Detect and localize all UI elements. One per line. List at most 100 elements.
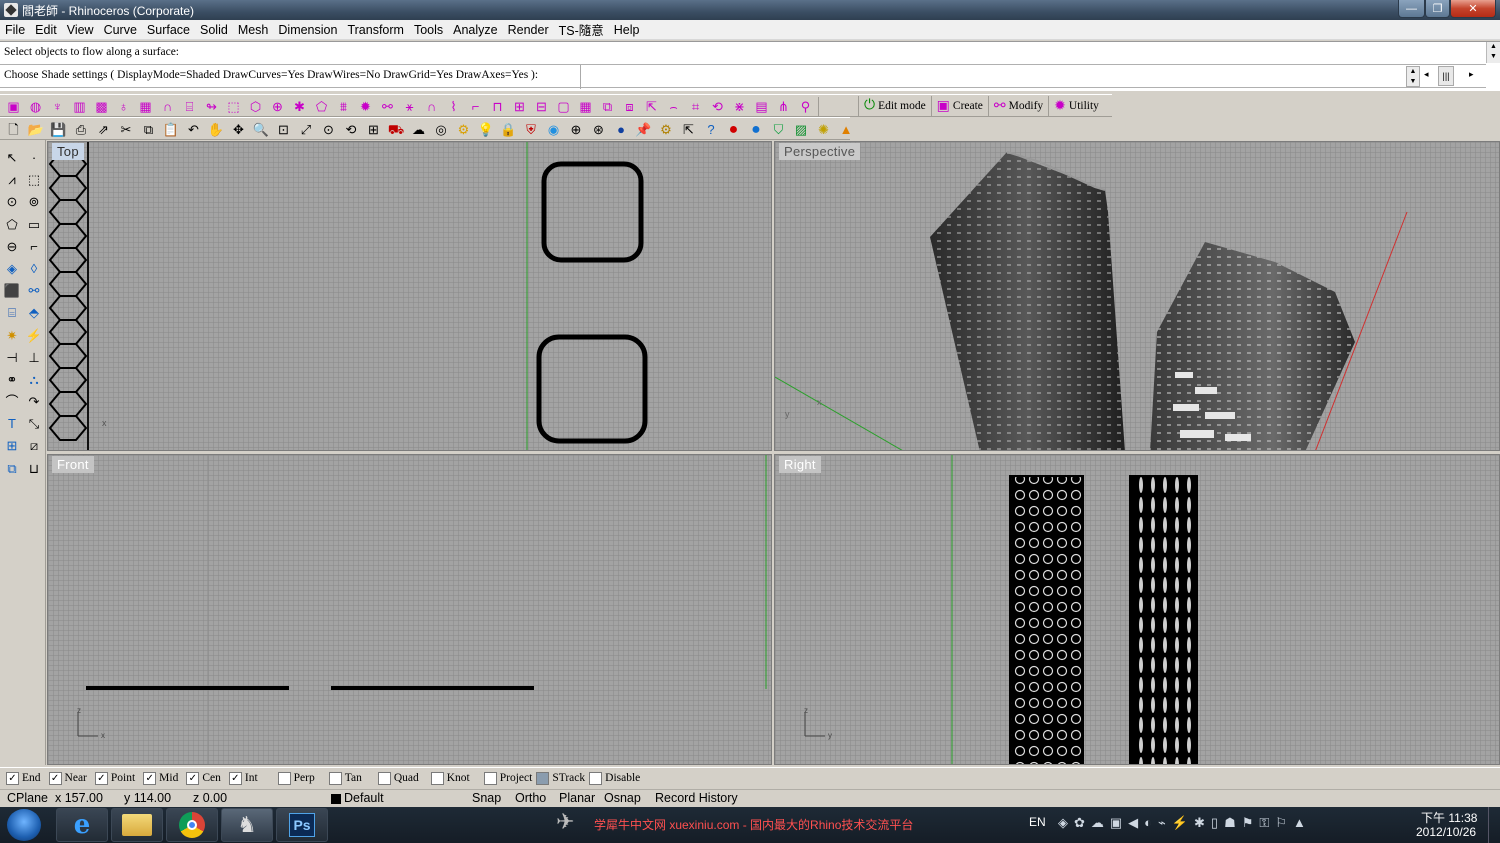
trim-icon[interactable]: ⚲ xyxy=(796,97,815,116)
menu-analyze[interactable]: Analyze xyxy=(448,23,502,37)
taper-icon[interactable]: ⌐ xyxy=(466,97,485,116)
scroll-left-icon[interactable]: ◂ xyxy=(1424,69,1429,80)
frame-icon[interactable]: ▢ xyxy=(554,97,573,116)
arch-icon[interactable]: ∩ xyxy=(158,97,177,116)
layer-name[interactable]: Default xyxy=(344,791,384,805)
fillet-curve-icon[interactable]: ⌐ xyxy=(24,237,44,256)
viewport-perspective[interactable]: y x Perspective xyxy=(774,141,1500,451)
stack-icon[interactable]: ⧈ xyxy=(620,97,639,116)
cut-icon[interactable]: ✂ xyxy=(117,120,136,139)
array-icon[interactable]: ⊞ xyxy=(510,97,529,116)
start-button[interactable] xyxy=(7,809,41,841)
export-icon[interactable]: ⇗ xyxy=(94,120,113,139)
render-sphere-red-icon[interactable]: ● xyxy=(724,120,743,139)
menu-surface[interactable]: Surface xyxy=(142,23,195,37)
boolean-icon[interactable]: ⧉ xyxy=(598,97,617,116)
modify-tab[interactable]: ⚯ Modify xyxy=(987,96,1048,116)
ellipse-icon[interactable]: ⊖ xyxy=(2,237,22,256)
viewport-title-right[interactable]: Right xyxy=(779,456,821,473)
osnap-near[interactable]: ✓ Near xyxy=(48,771,87,785)
viewport-title-top[interactable]: Top xyxy=(52,143,84,160)
ruler-icon[interactable]: ⊔ xyxy=(24,459,44,478)
surface-edit-icon[interactable]: ◊ xyxy=(24,259,44,278)
point-icon[interactable]: · xyxy=(24,148,44,167)
checkbox-quad[interactable] xyxy=(377,771,391,785)
rotate-icon[interactable]: ↷ xyxy=(24,392,44,411)
environment-icon[interactable]: ▨ xyxy=(792,120,811,139)
osnap-strack[interactable]: STrack xyxy=(536,771,585,785)
taskbar-explorer[interactable] xyxy=(111,808,163,842)
planar-toggle[interactable]: Planar xyxy=(559,791,595,805)
rail-icon[interactable]: ↬ xyxy=(202,97,221,116)
patch-icon[interactable]: ⬚ xyxy=(224,97,243,116)
menu-view[interactable]: View xyxy=(62,23,99,37)
zoom-selected-icon[interactable]: ⊙ xyxy=(319,120,338,139)
four-view-icon[interactable]: ⊞ xyxy=(364,120,383,139)
menu-help[interactable]: Help xyxy=(609,23,645,37)
layer-stack-icon[interactable]: ⧉ xyxy=(2,459,22,478)
solid-cylinder-icon[interactable]: ⌸ xyxy=(2,303,22,322)
osnap-end[interactable]: ✓ End xyxy=(6,771,41,785)
car-icon[interactable]: ⛟ xyxy=(387,120,406,139)
rotate-view-icon[interactable]: ⟲ xyxy=(342,120,361,139)
select-arrow-icon[interactable]: ↖ xyxy=(2,148,22,167)
offset-icon[interactable]: ⟲ xyxy=(708,97,727,116)
viewport-top[interactable]: x Top xyxy=(47,141,772,451)
close-button[interactable]: ✕ xyxy=(1450,0,1496,18)
menu-edit[interactable]: Edit xyxy=(30,23,62,37)
array-tool-icon[interactable]: ⊞ xyxy=(2,436,22,455)
shield-icon[interactable]: ⛨ xyxy=(522,120,541,139)
checkbox-project[interactable] xyxy=(483,771,497,785)
boolean-union-icon[interactable]: ⚯ xyxy=(24,281,44,300)
checkbox-tan[interactable] xyxy=(328,771,342,785)
scale-tool-icon[interactable]: ⤡ xyxy=(24,414,44,433)
flow-icon[interactable]: ⊓ xyxy=(488,97,507,116)
paste-icon[interactable]: 📋 xyxy=(162,120,181,139)
panel-icon[interactable]: ▦ xyxy=(576,97,595,116)
analyze-icon[interactable]: ⧄ xyxy=(24,436,44,455)
scroll-right-icon[interactable]: ▸ xyxy=(1469,69,1474,80)
rendered-sphere-icon[interactable]: ● xyxy=(612,120,631,139)
menu-mesh[interactable]: Mesh xyxy=(233,23,274,37)
osnap-quad[interactable]: Quad xyxy=(377,771,419,785)
checkbox-point[interactable]: ✓ xyxy=(94,771,108,785)
wand-icon[interactable]: ⚡ xyxy=(24,326,44,345)
osnap-tan[interactable]: Tan xyxy=(328,771,362,785)
osnap-disable[interactable]: Disable xyxy=(589,771,640,785)
cloud-icon[interactable]: ☁ xyxy=(409,120,428,139)
viewport-right[interactable]: z y Right xyxy=(774,454,1500,765)
menu-solid[interactable]: Solid xyxy=(195,23,233,37)
zoom-icon[interactable]: 🔍 xyxy=(252,120,271,139)
taskbar-rhino[interactable]: ♞ xyxy=(221,808,273,842)
sun-icon[interactable]: ✺ xyxy=(814,120,833,139)
prompt-spin-button[interactable]: ▲ ▼ xyxy=(1406,66,1420,87)
menu-dimension[interactable]: Dimension xyxy=(273,23,342,37)
osnap-cen[interactable]: ✓ Cen xyxy=(186,771,221,785)
spheres-icon[interactable]: ⛬ xyxy=(24,370,44,389)
utility-tab[interactable]: ✹ Utility xyxy=(1048,96,1104,116)
zoom-extents-icon[interactable]: ⤢ xyxy=(297,120,316,139)
cursor-select-icon[interactable]: ⇱ xyxy=(679,120,698,139)
wireframe-icon[interactable]: ⊕ xyxy=(567,120,586,139)
command-input[interactable]: Choose Shade settings ( DisplayMode=Shad… xyxy=(0,64,1486,89)
menu-transform[interactable]: Transform xyxy=(342,23,409,37)
checkbox-int[interactable]: ✓ xyxy=(228,771,242,785)
split-icon[interactable]: ⋔ xyxy=(774,97,793,116)
shell-icon[interactable]: ▩ xyxy=(92,97,111,116)
maximize-button[interactable]: ❐ xyxy=(1425,0,1450,18)
chamfer-icon[interactable]: ⌗ xyxy=(686,97,705,116)
light-bulb-icon[interactable]: 💡 xyxy=(477,120,496,139)
taskbar-ie[interactable]: e xyxy=(56,808,108,842)
create-tab[interactable]: ▣ Create xyxy=(930,96,988,116)
checkbox-perp[interactable] xyxy=(277,771,291,785)
box-icon[interactable]: ▣ xyxy=(4,97,23,116)
pan-hand-icon[interactable]: ✋ xyxy=(207,120,226,139)
menu-render[interactable]: Render xyxy=(503,23,554,37)
twist-icon[interactable]: ⌇ xyxy=(444,97,463,116)
explode-icon[interactable]: ⚹ xyxy=(400,97,419,116)
cylinder-icon[interactable]: ⌸ xyxy=(180,97,199,116)
group-icon[interactable]: ⚭ xyxy=(2,370,22,389)
osnap-point[interactable]: ✓ Point xyxy=(94,771,135,785)
gear-icon[interactable]: ✹ xyxy=(356,97,375,116)
osnap-knot[interactable]: Knot xyxy=(430,771,470,785)
